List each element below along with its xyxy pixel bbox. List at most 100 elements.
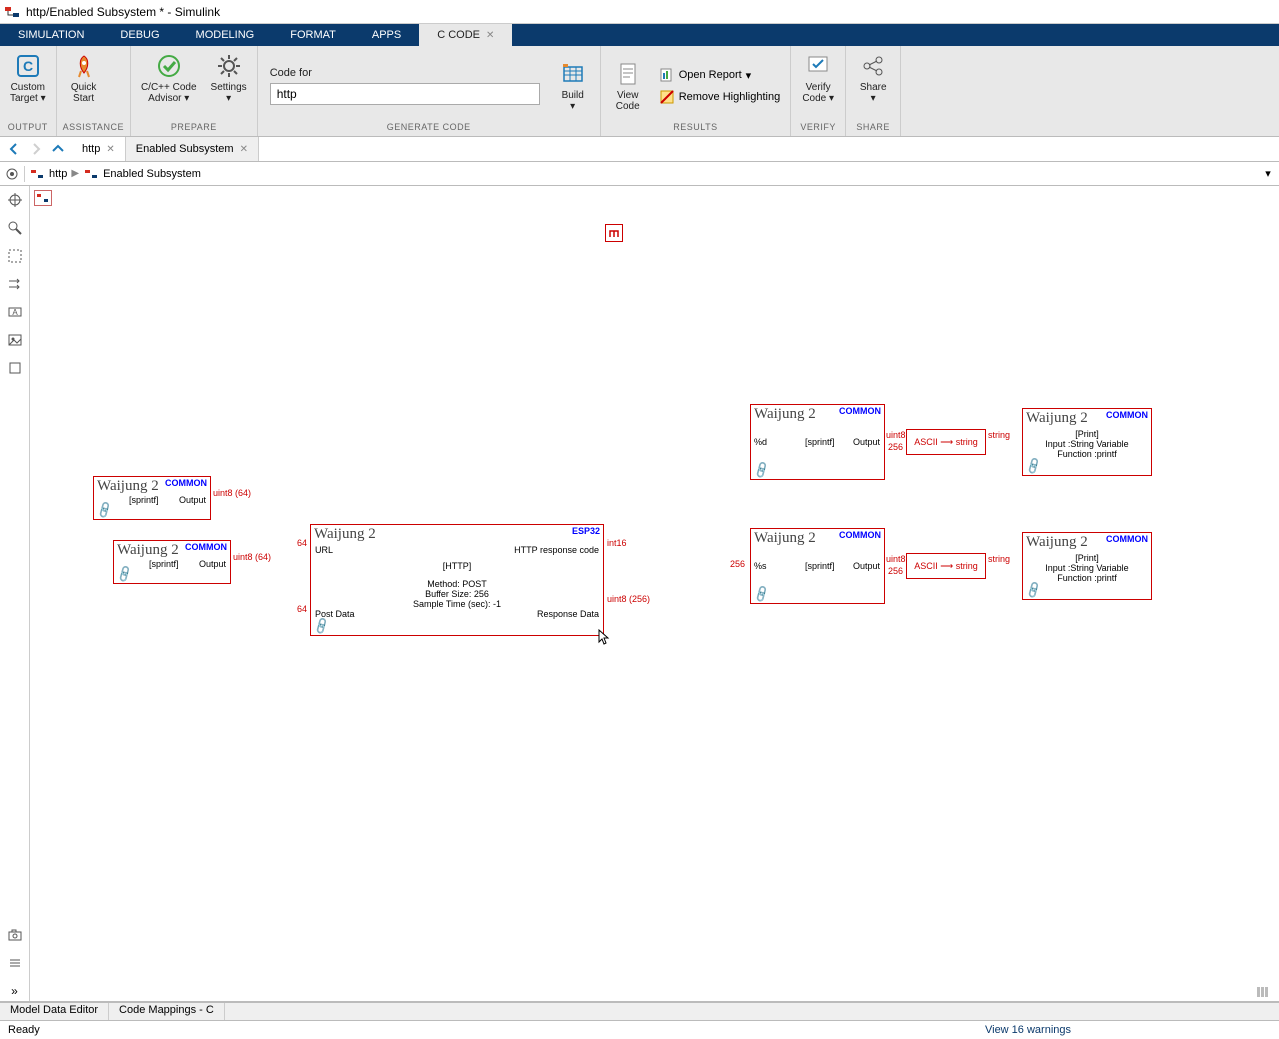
title-bar: http/Enabled Subsystem * - Simulink (0, 0, 1279, 24)
toolstrip-tabs: SIMULATION DEBUG MODELING FORMAT APPS C … (0, 24, 1279, 46)
block-ascii-1[interactable]: ASCII ⟶ string (906, 429, 986, 455)
ribbon-group-assistance: Quick Start ASSISTANCE (57, 46, 131, 136)
chevron-right-icon: ▶ (71, 168, 79, 179)
block-print-2[interactable]: Waijung 2 COMMON [Print] Input :String V… (1022, 532, 1152, 600)
block-print-1[interactable]: Waijung 2 COMMON [Print] Input :String V… (1022, 408, 1152, 476)
link-icon: 🔗 (312, 616, 332, 636)
wire-label: int16 (607, 538, 627, 548)
tab-modeling[interactable]: MODELING (178, 24, 273, 46)
wire-label: string (988, 554, 1010, 564)
wire-label: uint8 (886, 554, 906, 564)
wire-label: 256 (730, 559, 745, 569)
target-icon[interactable] (4, 166, 20, 182)
expand-icon[interactable]: » (5, 981, 25, 1001)
camera-icon[interactable] (5, 925, 25, 945)
report-icon (659, 67, 675, 83)
verify-icon (804, 52, 832, 80)
hide-show-icon[interactable] (5, 190, 25, 210)
area-icon[interactable] (5, 358, 25, 378)
nav-up-button[interactable] (48, 139, 68, 159)
ribbon: C Custom Target ▾ OUTPUT Quick Start ASS… (0, 46, 1279, 137)
group-label: SHARE (852, 122, 894, 132)
block-sprintf-1[interactable]: Waijung 2 COMMON [sprintf] Output 🔗 (93, 476, 211, 520)
ribbon-group-prepare: C/C++ Code Advisor ▾ Settings ▾ PREPARE (131, 46, 258, 136)
document-tabs: http ✕ Enabled Subsystem ✕ (0, 137, 1279, 162)
view-code-button[interactable]: View Code (607, 58, 649, 114)
tab-apps[interactable]: APPS (354, 24, 419, 46)
block-sprintf-4[interactable]: Waijung 2 COMMON %s [sprintf] Output 🔗 (750, 528, 885, 604)
quick-start-button[interactable]: Quick Start (63, 50, 105, 106)
remove-highlighting-button[interactable]: Remove Highlighting (655, 87, 785, 107)
group-label: PREPARE (137, 122, 251, 132)
share-button[interactable]: Share ▾ (852, 50, 894, 106)
rocket-icon (70, 52, 98, 80)
ribbon-group-output: C Custom Target ▾ OUTPUT (0, 46, 57, 136)
wire-layer (30, 186, 330, 336)
build-icon (559, 60, 587, 88)
tab-c-code[interactable]: C CODE ✕ (419, 24, 512, 46)
breadcrumb-sub[interactable]: Enabled Subsystem (103, 168, 201, 180)
image-icon[interactable] (5, 330, 25, 350)
status-bar: Ready View 16 warnings (0, 1020, 1279, 1039)
block-http[interactable]: Waijung 2 ESP32 URL Post Data HTTP respo… (310, 524, 604, 636)
group-label: ASSISTANCE (63, 122, 124, 132)
code-for-label: Code for (270, 67, 540, 79)
ribbon-group-verify: Verify Code ▾ VERIFY (791, 46, 846, 136)
tab-model-data-editor[interactable]: Model Data Editor (0, 1003, 109, 1020)
wire-label: uint8 (64) (213, 488, 251, 498)
model-browser-icon[interactable] (34, 190, 52, 206)
fit-icon[interactable] (5, 246, 25, 266)
mouse-cursor-icon (598, 629, 610, 645)
tab-simulation[interactable]: SIMULATION (0, 24, 102, 46)
code-for-input[interactable] (270, 83, 540, 105)
block-ascii-2[interactable]: ASCII ⟶ string (906, 553, 986, 579)
open-report-button[interactable]: Open Report ▾ (655, 65, 785, 85)
build-button[interactable]: Build ▾ (552, 58, 594, 114)
close-icon[interactable]: ✕ (106, 144, 114, 155)
group-label: RESULTS (607, 122, 785, 132)
nav-back-button[interactable] (4, 139, 24, 159)
close-icon[interactable]: ✕ (486, 30, 494, 41)
highlight-off-icon (659, 89, 675, 105)
link-icon: 🔗 (752, 460, 772, 480)
enable-port-icon[interactable] (605, 224, 623, 242)
wire-label: uint8 (886, 430, 906, 440)
arrows-icon[interactable] (5, 274, 25, 294)
verify-code-button[interactable]: Verify Code ▾ (797, 50, 839, 106)
view-warnings-link[interactable]: View 16 warnings (985, 1024, 1071, 1036)
list-icon[interactable] (5, 953, 25, 973)
wire-label: 64 (297, 604, 307, 614)
code-advisor-button[interactable]: C/C++ Code Advisor ▾ (137, 50, 201, 106)
custom-target-button[interactable]: C Custom Target ▾ (6, 50, 50, 106)
window-title: http/Enabled Subsystem * - Simulink (26, 5, 220, 19)
model-icon (29, 166, 45, 182)
settings-button[interactable]: Settings ▾ (207, 50, 251, 106)
wire-label: uint8 (64) (233, 552, 271, 562)
tab-format[interactable]: FORMAT (272, 24, 354, 46)
doc-tab-enabled-subsystem[interactable]: Enabled Subsystem ✕ (126, 137, 259, 161)
canvas[interactable]: Waijung 2 COMMON [sprintf] Output 🔗 Waij… (30, 186, 1279, 1001)
breadcrumb-dropdown[interactable]: ▾ (1261, 167, 1275, 180)
ribbon-group-share: Share ▾ SHARE (846, 46, 901, 136)
wire-label: uint8 (256) (607, 594, 650, 604)
block-sprintf-3[interactable]: Waijung 2 COMMON %d [sprintf] Output 🔗 (750, 404, 885, 480)
nav-forward-button[interactable] (26, 139, 46, 159)
breadcrumb: http ▶ Enabled Subsystem ▾ (0, 162, 1279, 186)
document-icon (614, 60, 642, 88)
zoom-icon[interactable] (5, 218, 25, 238)
caret-down-icon: ▾ (746, 69, 752, 82)
tab-code-mappings[interactable]: Code Mappings - C (109, 1003, 225, 1020)
close-icon[interactable]: ✕ (240, 144, 248, 155)
svg-text:A: A (12, 308, 18, 317)
resize-grip-icon (1256, 986, 1276, 998)
annotation-icon[interactable]: A (5, 302, 25, 322)
svg-text:C: C (23, 58, 33, 74)
link-icon: 🔗 (752, 584, 772, 604)
group-label: GENERATE CODE (264, 122, 594, 132)
group-label: VERIFY (797, 122, 839, 132)
doc-tab-http[interactable]: http ✕ (72, 137, 126, 161)
block-sprintf-2[interactable]: Waijung 2 COMMON [sprintf] Output 🔗 (113, 540, 231, 584)
tab-debug[interactable]: DEBUG (102, 24, 177, 46)
link-icon: 🔗 (115, 564, 135, 584)
breadcrumb-root[interactable]: http (49, 168, 67, 180)
